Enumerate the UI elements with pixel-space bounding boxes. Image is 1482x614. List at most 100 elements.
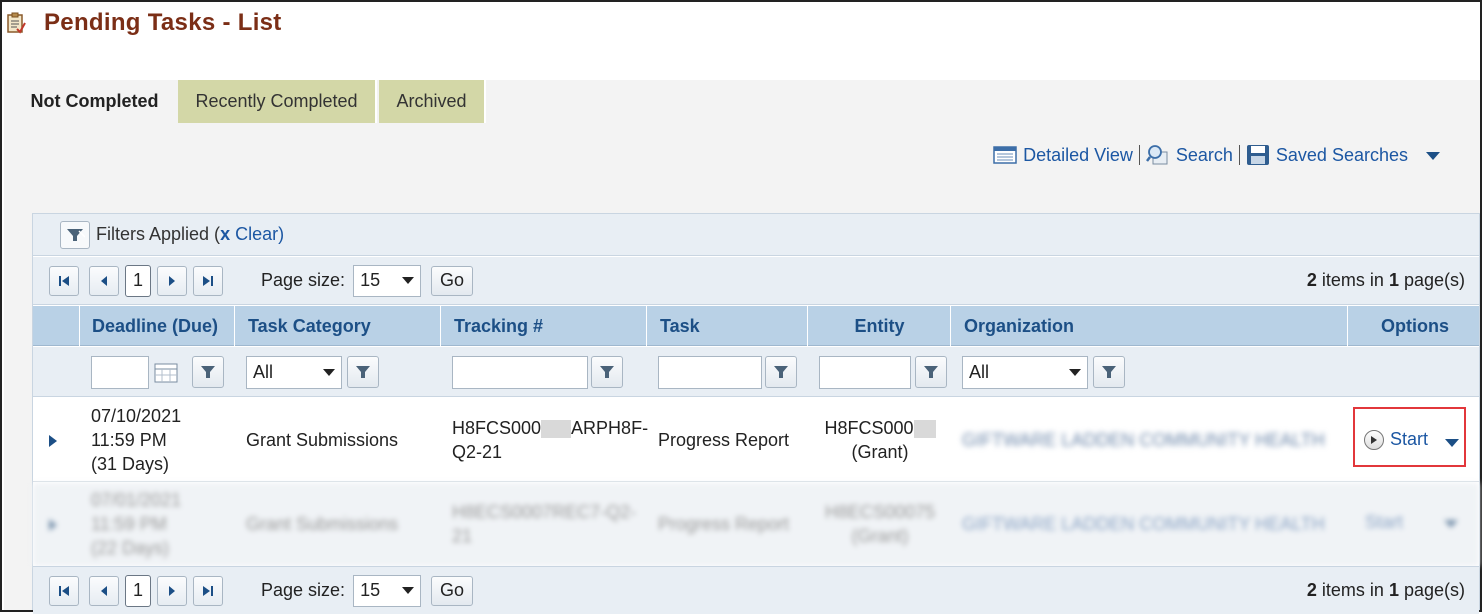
entity-line2: (Grant) (851, 526, 909, 546)
chevron-down-icon (323, 368, 335, 376)
prev-page-button[interactable] (89, 265, 119, 296)
header-tracking[interactable]: Tracking # (442, 306, 647, 346)
header-deadline[interactable]: Deadline (Due) (81, 306, 235, 346)
pager-info: 2 items in 1 page(s) (1307, 270, 1465, 291)
options-dropdown-icon[interactable] (1445, 435, 1459, 453)
chevron-down-icon (402, 276, 415, 284)
start-button[interactable]: Start (1365, 510, 1403, 534)
task-category-cell: Grant Submissions (246, 430, 399, 450)
filter-icon (600, 366, 614, 378)
tracking-cell: H8FCS000 ARPH8F- Q2-21 (452, 416, 648, 464)
items-text: items in (1316, 270, 1389, 290)
organization-cell[interactable]: GIFTWARE LADDEN COMMUNITY HEALTH (962, 512, 1325, 536)
organization-filter-select[interactable]: All (962, 356, 1088, 389)
go-button[interactable]: Go (431, 265, 474, 296)
tab-recently-completed[interactable]: Recently Completed (178, 80, 377, 123)
go-button[interactable]: Go (431, 575, 474, 606)
page-size-label: Page size: (261, 580, 346, 600)
table-row[interactable]: 07/01/2021 11:59 PM (22 Days) Grant Subm… (33, 483, 1479, 566)
header-options: Options (1381, 316, 1449, 336)
task-filter-button[interactable] (765, 356, 797, 388)
deadline-filter-input[interactable] (91, 356, 149, 389)
clear-x-icon[interactable]: x (220, 224, 230, 244)
deadline-days: (31 Days) (91, 454, 170, 474)
redacted-block (541, 420, 572, 439)
page-number-button[interactable]: 1 (125, 574, 151, 607)
header-task[interactable]: Task (648, 306, 808, 346)
saved-searches-button[interactable]: Saved Searches (1246, 144, 1408, 166)
tab-strip: Not Completed Recently Completed Archive… (4, 80, 1480, 123)
deadline-time: 11:59 PM (91, 514, 167, 534)
floppy-disk-icon (1246, 145, 1269, 165)
prev-page-button[interactable] (89, 575, 119, 606)
items-count: 2 (1306, 270, 1317, 290)
task-category-filter-select[interactable]: All (246, 356, 342, 389)
tracking-line1: H8ECS0007REC7-Q2- (452, 502, 637, 522)
start-button[interactable]: Start (1364, 429, 1428, 450)
search-button[interactable]: Search (1145, 144, 1233, 166)
page-frame: Pending Tasks - List Not Completed Recen… (0, 0, 1482, 614)
toolbar: Detailed View Search Saved Searches (993, 144, 1440, 166)
items-text: items in (1316, 580, 1389, 600)
header-organization[interactable]: Organization (952, 306, 1348, 346)
organization-cell[interactable]: GIFTWARE LADDEN COMMUNITY HEALTH (962, 428, 1325, 452)
clipboard-checklist-icon (6, 12, 26, 34)
task-cell: Progress Report (658, 430, 790, 450)
column-filter-row: All All (33, 347, 1479, 397)
clear-filters-link[interactable]: Clear) (235, 224, 284, 244)
page-size-select[interactable]: 15 (353, 574, 422, 607)
filters-applied-label: Filters Applied (x Clear) (96, 224, 284, 245)
first-page-button[interactable] (49, 575, 79, 606)
organization-filter-button[interactable] (1093, 356, 1125, 388)
filter-icon (924, 366, 938, 378)
entity-cell: H8ECS00075 (Grant) (809, 500, 951, 548)
tracking-line2: 21 (452, 526, 473, 546)
expand-row-icon[interactable] (49, 519, 57, 531)
pager-info: 2 items in 1 page(s) (1307, 580, 1465, 601)
header-entity[interactable]: Entity (809, 306, 951, 346)
tab-not-completed[interactable]: Not Completed (12, 80, 177, 123)
page-number-button[interactable]: 1 (125, 264, 151, 297)
next-page-button[interactable] (157, 265, 187, 296)
next-page-button[interactable] (157, 575, 187, 606)
toolbar-separator (1138, 145, 1140, 165)
page-size-label: Page size: (261, 270, 346, 290)
entity-filter-input[interactable] (819, 356, 911, 389)
filter-funnel-icon[interactable] (60, 220, 90, 249)
filter-icon (1102, 366, 1116, 378)
items-count: 2 (1306, 580, 1317, 600)
deadline-cell: 07/10/2021 11:59 PM (31 Days) (91, 404, 181, 476)
chevron-down-icon (402, 586, 415, 594)
tracking-filter-button[interactable] (591, 356, 623, 388)
options-dropdown-icon[interactable] (1444, 516, 1458, 534)
tracking-filter-input[interactable] (452, 356, 588, 389)
deadline-filter-button[interactable] (192, 356, 224, 388)
page-size-select[interactable]: 15 (353, 264, 422, 297)
detailed-view-button[interactable]: Detailed View (993, 145, 1133, 166)
entity-cell: H8FCS000 (Grant) (809, 416, 951, 464)
chevron-down-icon (1069, 368, 1081, 376)
last-page-button[interactable] (193, 575, 223, 606)
header-task-category[interactable]: Task Category (236, 306, 441, 346)
entity-filter-button[interactable] (915, 356, 947, 388)
saved-searches-dropdown-icon[interactable] (1426, 145, 1440, 166)
calendar-icon[interactable] (154, 356, 182, 389)
tab-archived[interactable]: Archived (379, 80, 486, 123)
grid-header: Deadline (Due) Task Category Tracking # … (33, 306, 1479, 346)
task-filter-input[interactable] (658, 356, 762, 389)
pages-text: page(s) (1398, 580, 1465, 600)
pages-text: page(s) (1398, 270, 1465, 290)
tracking-cell: H8ECS0007REC7-Q2- 21 (452, 500, 636, 548)
task-category-cell: Grant Submissions (246, 514, 399, 534)
page-title: Pending Tasks - List (44, 9, 282, 36)
task-category-filter-button[interactable] (347, 356, 379, 388)
deadline-date: 07/01/2021 (91, 490, 182, 510)
last-page-button[interactable] (193, 265, 223, 296)
tracking-line2: Q2-21 (452, 442, 503, 462)
tracking-suffix: ARPH8F- (571, 418, 649, 438)
deadline-days: (22 Days) (91, 538, 170, 558)
expand-row-icon[interactable] (49, 435, 57, 447)
first-page-button[interactable] (49, 265, 79, 296)
organization-filter-value: All (969, 362, 990, 382)
table-row[interactable]: 07/10/2021 11:59 PM (31 Days) Grant Subm… (33, 398, 1479, 482)
